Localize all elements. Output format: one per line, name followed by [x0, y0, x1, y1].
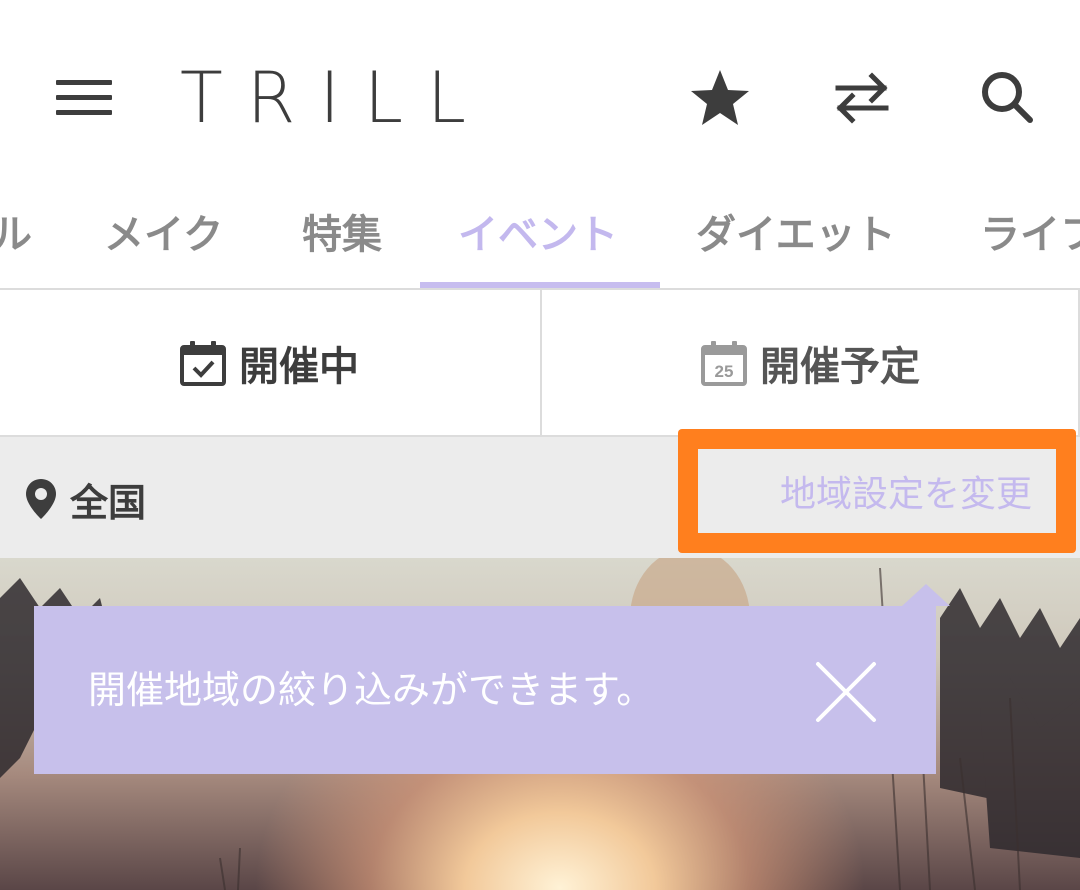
app-header: TRILL	[0, 0, 1080, 185]
segment-upcoming[interactable]: 25 開催予定	[540, 290, 1080, 435]
tab-life[interactable]: ライフ	[980, 205, 1080, 265]
menu-icon[interactable]	[56, 80, 112, 116]
active-tab-indicator	[420, 282, 660, 288]
segment-ongoing[interactable]: 開催中	[0, 290, 538, 435]
region-filter-tooltip: 開催地域の絞り込みができます。	[34, 584, 950, 774]
change-region-link[interactable]: 地域設定を変更	[698, 449, 1056, 533]
region-bar: 全国 地域設定を変更	[0, 429, 1080, 558]
calendar-day-number: 25	[715, 362, 734, 381]
current-region-label: 全国	[70, 480, 147, 525]
close-icon[interactable]	[814, 660, 878, 724]
current-region: 全国	[24, 477, 146, 525]
highlight-box: 地域設定を変更	[678, 429, 1076, 553]
tooltip-arrow	[902, 584, 950, 606]
star-icon[interactable]	[688, 66, 752, 130]
event-status-switch: 開催中 25 開催予定	[0, 290, 1080, 437]
search-icon[interactable]	[976, 66, 1040, 130]
tab-feature[interactable]: 特集	[302, 205, 382, 265]
tooltip-text: 開催地域の絞り込みができます。	[88, 668, 655, 712]
tab-event[interactable]: イベント	[458, 205, 618, 265]
category-tabs: ル メイク 特集 イベント ダイエット ライフ	[0, 185, 1080, 290]
location-pin-icon	[26, 479, 56, 519]
calendar-date-icon: 25	[701, 340, 747, 386]
calendar-check-icon	[180, 340, 226, 386]
tab-makeup[interactable]: メイク	[104, 205, 223, 265]
tab-diet[interactable]: ダイエット	[696, 205, 896, 265]
switch-icon[interactable]	[830, 66, 894, 130]
logo[interactable]: TRILL	[180, 58, 490, 138]
tab-style[interactable]: ル	[0, 205, 32, 265]
segment-upcoming-label: 開催予定	[760, 343, 920, 390]
segment-ongoing-label: 開催中	[239, 343, 359, 390]
